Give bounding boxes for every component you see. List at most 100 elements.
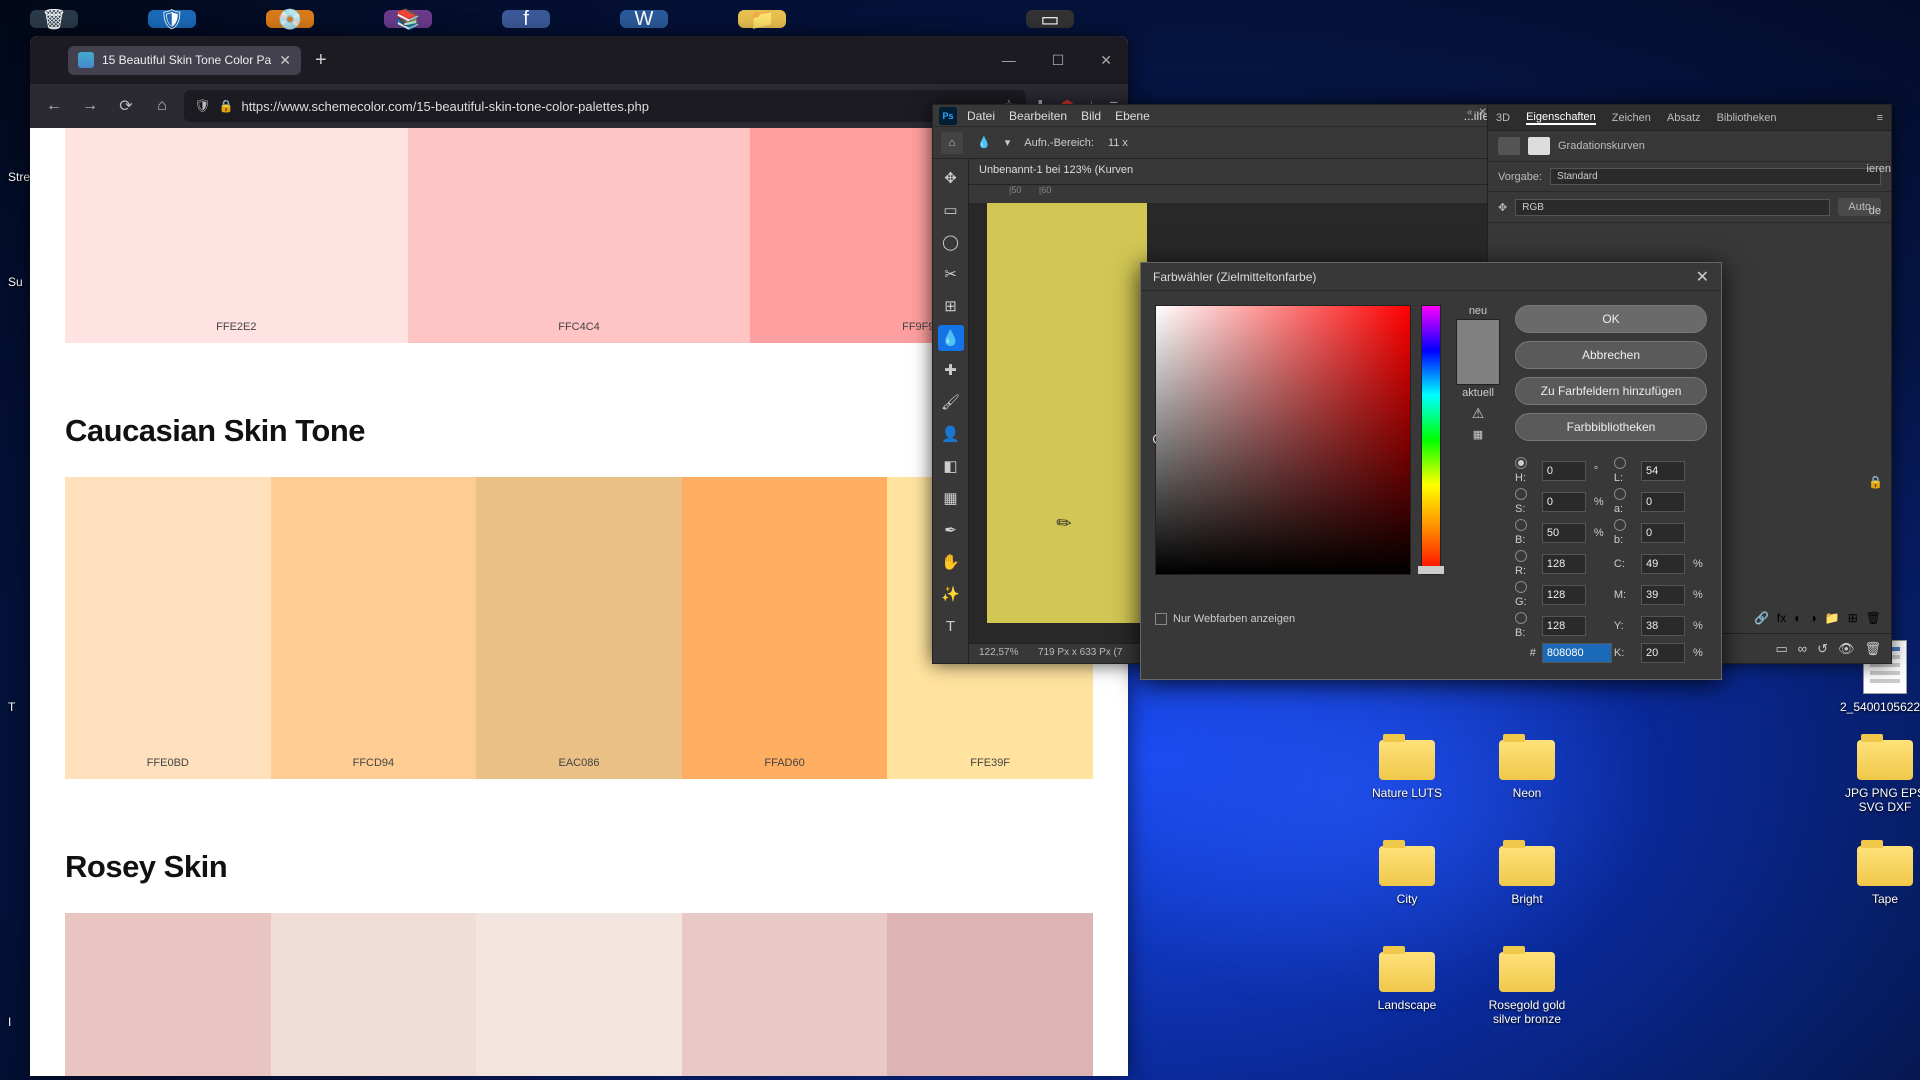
- browser-tab[interactable]: 15 Beautiful Skin Tone Color Pa ✕: [68, 46, 301, 75]
- footer-clip-icon[interactable]: ▭: [1775, 641, 1787, 657]
- preset-select[interactable]: Standard: [1550, 168, 1881, 185]
- shield-icon[interactable]: 🛡: [148, 10, 196, 28]
- add-swatch-button[interactable]: Zu Farbfeldern hinzufügen: [1515, 377, 1707, 405]
- panel-collapse-icon[interactable]: «: [1467, 107, 1473, 118]
- adjust-icon[interactable]: ◑: [1810, 611, 1817, 625]
- color-swatch[interactable]: [271, 913, 477, 1076]
- mask-add-icon[interactable]: ◐: [1794, 611, 1801, 625]
- word-icon[interactable]: W: [620, 10, 668, 28]
- bb-input[interactable]: [1641, 523, 1685, 543]
- dropdown-icon[interactable]: ▾: [1005, 136, 1011, 149]
- color-swatch[interactable]: [476, 913, 682, 1076]
- recycle-bin-icon[interactable]: 🗑: [30, 10, 78, 28]
- pen-tool[interactable]: ✒: [938, 517, 964, 543]
- group-icon[interactable]: 📁: [1825, 611, 1840, 625]
- lock-icon2[interactable]: 🔒: [1868, 475, 1883, 489]
- color-swatch[interactable]: FFCD94: [271, 477, 477, 779]
- calc-icon[interactable]: ▭: [1026, 10, 1074, 28]
- ps-canvas[interactable]: [987, 203, 1147, 623]
- footer-trash-icon[interactable]: 🗑: [1864, 641, 1881, 657]
- heal-tool[interactable]: ✚: [938, 357, 964, 383]
- menu-datei[interactable]: Datei: [967, 109, 995, 123]
- menu-bearbeiten[interactable]: Bearbeiten: [1009, 109, 1067, 123]
- folder-icon[interactable]: 📁: [738, 10, 786, 28]
- gamut-warning-icon[interactable]: ⚠: [1472, 405, 1485, 422]
- maximize-button[interactable]: ☐: [1044, 48, 1073, 73]
- h-input[interactable]: [1542, 461, 1586, 481]
- radio-h[interactable]: [1515, 457, 1527, 469]
- desktop-folder[interactable]: City: [1362, 846, 1452, 906]
- desktop-folder[interactable]: Tape: [1840, 846, 1920, 906]
- url-bar[interactable]: 🛡 🔒 https://www.schemecolor.com/15-beaut…: [184, 90, 1026, 122]
- radio-s[interactable]: [1515, 488, 1527, 500]
- g-input[interactable]: [1542, 585, 1586, 605]
- cancel-button[interactable]: Abbrechen: [1515, 341, 1707, 369]
- hue-slider[interactable]: [1421, 305, 1441, 575]
- type-tool[interactable]: T: [938, 613, 964, 639]
- a-input[interactable]: [1641, 492, 1685, 512]
- desktop-folder[interactable]: JPG PNG EPS SVG DXF: [1840, 740, 1920, 815]
- l-input[interactable]: [1641, 461, 1685, 481]
- fx-icon[interactable]: fx: [1777, 611, 1786, 625]
- color-libraries-button[interactable]: Farbbibliotheken: [1515, 413, 1707, 441]
- desktop-folder[interactable]: Landscape: [1362, 952, 1452, 1012]
- tab-close-icon[interactable]: ✕: [279, 52, 291, 69]
- frame-tool[interactable]: ⊞: [938, 293, 964, 319]
- color-swatch[interactable]: [682, 913, 888, 1076]
- eyedropper-tool-icon[interactable]: 💧: [977, 136, 991, 149]
- footer-eye-icon[interactable]: 👁: [1838, 641, 1855, 657]
- y-input[interactable]: [1641, 616, 1685, 636]
- target-icon[interactable]: ✥: [1498, 201, 1507, 214]
- desktop-folder[interactable]: Neon: [1482, 740, 1572, 800]
- move-tool[interactable]: ✥: [938, 165, 964, 191]
- color-swatch[interactable]: EAC086: [476, 477, 682, 779]
- shield-tracking-icon[interactable]: 🛡: [194, 98, 211, 114]
- panel-menu-icon[interactable]: ≡: [1877, 112, 1883, 124]
- brush-tool[interactable]: 🖌: [938, 389, 964, 415]
- new-layer-icon[interactable]: ⊞: [1848, 611, 1858, 625]
- color-field[interactable]: [1155, 305, 1411, 575]
- radio-bl[interactable]: [1515, 612, 1527, 624]
- color-swatch[interactable]: FFAD60: [682, 477, 888, 779]
- desktop-folder[interactable]: Rosegold gold silver bronze: [1482, 952, 1572, 1027]
- bl-input[interactable]: [1542, 616, 1586, 636]
- color-swatch[interactable]: FFC4C4: [408, 128, 751, 343]
- k-input[interactable]: [1641, 643, 1685, 663]
- eyedropper-tool[interactable]: 💧: [938, 325, 964, 351]
- reload-button[interactable]: ⟳: [112, 92, 140, 120]
- eraser-tool[interactable]: ◧: [938, 453, 964, 479]
- close-button[interactable]: ✕: [1092, 48, 1120, 73]
- ok-button[interactable]: OK: [1515, 305, 1707, 333]
- radio-b[interactable]: [1515, 519, 1527, 531]
- footer-reset-icon[interactable]: ↺: [1817, 641, 1828, 657]
- menu-ebene[interactable]: Ebene: [1115, 109, 1150, 123]
- status-zoom[interactable]: 122,57%: [979, 647, 1018, 658]
- marquee-tool[interactable]: ▭: [938, 197, 964, 223]
- forward-button[interactable]: →: [76, 92, 104, 120]
- tab-eigenschaften[interactable]: Eigenschaften: [1526, 111, 1596, 125]
- web-only-checkbox[interactable]: [1155, 613, 1167, 625]
- c-input[interactable]: [1641, 554, 1685, 574]
- radio-g[interactable]: [1515, 581, 1527, 593]
- lock-icon[interactable]: 🔒: [219, 99, 234, 113]
- color-swatch[interactable]: [65, 913, 271, 1076]
- web-colors-only[interactable]: Nur Webfarben anzeigen: [1155, 613, 1295, 625]
- hand-tool[interactable]: ✋: [938, 549, 964, 575]
- hex-input[interactable]: [1542, 643, 1612, 663]
- tab-3d[interactable]: 3D: [1496, 112, 1510, 124]
- back-button[interactable]: ←: [40, 92, 68, 120]
- radio-a[interactable]: [1614, 488, 1626, 500]
- radio-r[interactable]: [1515, 550, 1527, 562]
- panel-close-icon[interactable]: ✕: [1479, 107, 1487, 118]
- color-swatch[interactable]: [887, 913, 1093, 1076]
- color-swatch[interactable]: FFE0BD: [65, 477, 271, 779]
- menu-bild[interactable]: Bild: [1081, 109, 1101, 123]
- options-sample-value[interactable]: 11 x: [1108, 137, 1128, 149]
- home-button[interactable]: ⌂: [148, 92, 176, 120]
- crop-tool[interactable]: ✂: [938, 261, 964, 287]
- stamp-tool[interactable]: 👤: [938, 421, 964, 447]
- r-input[interactable]: [1542, 554, 1586, 574]
- lasso-tool[interactable]: ◯: [938, 229, 964, 255]
- link-icon[interactable]: 🔗: [1754, 611, 1769, 625]
- websafe-warning-icon[interactable]: ▦: [1473, 428, 1483, 441]
